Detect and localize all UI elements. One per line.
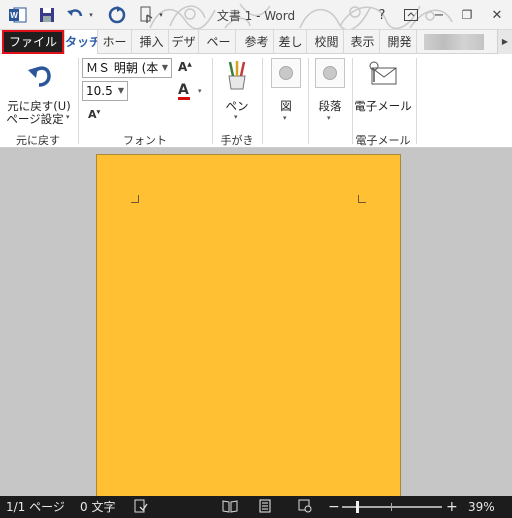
zoom-level[interactable]: 39%	[468, 499, 495, 515]
tab-file[interactable]: ファイル	[2, 30, 64, 54]
figure-dropdown-icon[interactable]: ▾	[283, 114, 287, 122]
print-layout-icon[interactable]	[258, 499, 274, 515]
tab-mailings[interactable]: 差し	[275, 30, 307, 54]
font-size-combo[interactable]: 10.5 ▼	[82, 81, 128, 101]
tab-home[interactable]: ホー	[98, 30, 132, 54]
tab-scroll-right-icon[interactable]: ▶	[497, 30, 512, 54]
zoom-out-button[interactable]: −	[328, 499, 340, 515]
figure-button[interactable]: 図 ▾	[266, 58, 306, 128]
read-mode-icon[interactable]	[222, 499, 238, 515]
group-separator	[308, 58, 309, 144]
zoom-slider-thumb[interactable]	[356, 501, 359, 513]
status-bar: 1/1 ページ 0 文字 − + 39%	[0, 496, 512, 518]
close-button[interactable]: ✕	[488, 4, 506, 26]
ribbon-display-options-icon[interactable]	[402, 4, 420, 26]
font-name-combo[interactable]: ＭＳ 明朝 (本 ▼	[82, 58, 172, 78]
ribbon-tab-row: ファイル タッチ ホー 挿入 デザ ペー 参考 差し 校閲 表示 開発 ▶	[0, 30, 512, 54]
tab-developer[interactable]: 開発	[383, 30, 417, 54]
shrink-font-icon[interactable]: A▼	[88, 108, 100, 121]
group-separator	[262, 58, 263, 144]
proofing-icon[interactable]	[134, 499, 150, 515]
group-label-handwriting: 手がき	[220, 134, 254, 147]
email-button[interactable]: 電子メール	[354, 58, 412, 128]
paragraph-label: 段落	[318, 99, 342, 113]
tab-touch[interactable]: タッチ	[64, 30, 98, 54]
font-size-value: 10.5	[86, 84, 113, 98]
document-page[interactable]	[96, 154, 401, 496]
tab-insert[interactable]: 挿入	[135, 30, 169, 54]
title-bar: W ▾ ▾ 文書 1 - Word ? − ❐ ✕	[0, 0, 512, 30]
group-label-email: 電子メール	[355, 134, 411, 147]
group-label-undo: 元に戻す	[16, 134, 60, 147]
pen-label: ペン	[225, 99, 249, 113]
email-icon	[369, 61, 397, 85]
undo-large-icon	[28, 66, 51, 87]
grow-font-icon[interactable]: A▲	[178, 60, 192, 74]
figure-label: 図	[280, 99, 292, 113]
group-separator	[416, 58, 417, 144]
account-name-blurred[interactable]	[424, 34, 484, 50]
paragraph-dropdown-icon[interactable]: ▾	[327, 114, 331, 122]
document-area[interactable]	[0, 148, 512, 496]
zoom-slider-center-mark	[391, 503, 392, 511]
font-color-dropdown-icon[interactable]: ▾	[198, 87, 202, 95]
word-count[interactable]: 0 文字	[80, 499, 115, 515]
pen-dropdown-icon[interactable]: ▾	[234, 113, 238, 121]
tab-view[interactable]: 表示	[346, 30, 380, 54]
margin-corner-mark	[358, 195, 366, 203]
ribbon-touch: 元に戻す(U) ページ設定 ▾ 元に戻す ＭＳ 明朝 (本 ▼ 10.5 ▼ A…	[0, 54, 512, 148]
minimize-button[interactable]: −	[430, 4, 448, 26]
help-icon[interactable]: ?	[374, 4, 390, 26]
web-layout-icon[interactable]	[298, 499, 314, 515]
page-count[interactable]: 1/1 ページ	[6, 499, 65, 515]
paragraph-icon	[315, 58, 345, 88]
paragraph-button[interactable]: 段落 ▾	[310, 58, 350, 128]
font-name-value: ＭＳ 明朝 (本	[86, 61, 159, 75]
pen-icon	[228, 61, 246, 90]
tab-references[interactable]: 参考	[240, 30, 274, 54]
figure-icon	[271, 58, 301, 88]
restore-button[interactable]: ❐	[458, 4, 476, 26]
font-color-icon[interactable]: A	[178, 82, 192, 100]
tab-review[interactable]: 校閲	[310, 30, 344, 54]
zoom-in-button[interactable]: +	[446, 499, 458, 515]
margin-corner-mark	[131, 195, 139, 203]
tab-design[interactable]: デザ	[169, 30, 199, 54]
group-separator	[212, 58, 213, 144]
pen-button[interactable]: ペン ▾	[218, 58, 256, 124]
page-setup-button[interactable]: ページ設定	[4, 111, 66, 127]
email-label: 電子メール	[354, 99, 412, 113]
font-name-dropdown-icon[interactable]: ▼	[162, 59, 168, 77]
zoom-slider[interactable]	[342, 501, 442, 513]
font-size-dropdown-icon[interactable]: ▼	[118, 82, 124, 100]
group-label-font: フォント	[123, 134, 167, 147]
tab-page-layout[interactable]: ペー	[202, 30, 236, 54]
group-separator	[78, 58, 79, 144]
page-setup-dropdown-icon[interactable]: ▾	[66, 113, 70, 121]
